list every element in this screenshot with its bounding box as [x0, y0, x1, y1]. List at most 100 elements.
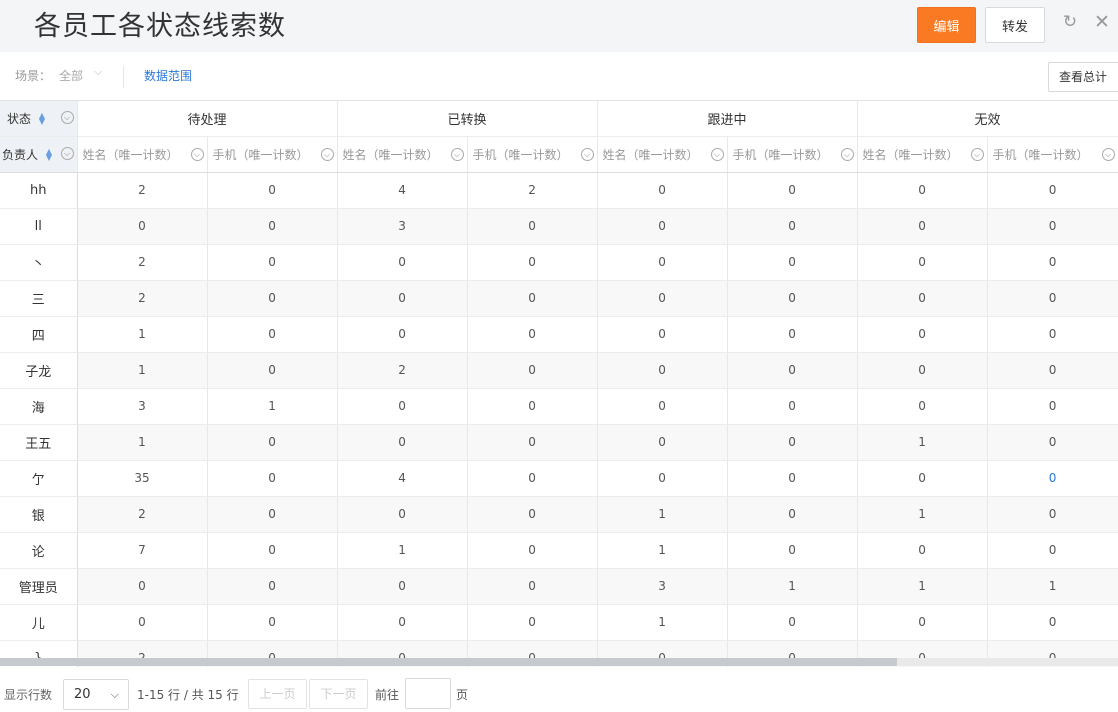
- value-cell: 1: [857, 568, 988, 605]
- table-row: 王五 1 0 0 0 0 0 1 0: [0, 424, 1118, 461]
- value-cell: 0: [987, 172, 1118, 209]
- value-cell: 0: [337, 496, 468, 533]
- value-cell: 0: [207, 568, 338, 605]
- chevron-down-icon: ⌵: [110, 688, 119, 701]
- value-cell: 0: [727, 244, 858, 281]
- value-cell: 2: [337, 352, 468, 389]
- value-cell: 0: [467, 460, 598, 497]
- table-row: 管理员 0 0 0 0 3 1 1 1: [0, 568, 1118, 605]
- page-info: 1-15 行 / 共 15 行: [137, 688, 239, 702]
- column-menu-icon[interactable]: ⌵: [450, 147, 464, 161]
- forward-button[interactable]: 转发: [985, 7, 1045, 43]
- value-cell: 0: [597, 460, 728, 497]
- value-cell: 0: [987, 424, 1118, 461]
- pagination: 显示行数 20 ⌵ 1-15 行 / 共 15 行 上一页 下一页 前往 页: [0, 667, 1118, 712]
- value-cell: 0: [727, 280, 858, 317]
- value-cell: 0: [467, 496, 598, 533]
- value-cell: 3: [597, 568, 728, 605]
- next-page-button[interactable]: 下一页: [309, 679, 368, 709]
- name-count-header[interactable]: 姓名（唯一计数） ⌵: [77, 136, 208, 173]
- name-count-header[interactable]: 姓名（唯一计数） ⌵: [597, 136, 728, 173]
- value-cell: 3: [337, 208, 468, 245]
- value-cell: 4: [337, 460, 468, 497]
- column-menu-icon[interactable]: ⌵: [1101, 147, 1115, 161]
- table-row: 四10000000: [0, 316, 1118, 353]
- value-cell: 1: [597, 496, 728, 533]
- group-header-following: 跟进中: [597, 101, 858, 137]
- phone-count-header[interactable]: 手机（唯一计数） ⌵: [207, 136, 338, 173]
- value-cell: 0: [467, 352, 598, 389]
- column-menu-icon[interactable]: ⌵: [320, 147, 334, 161]
- column-menu-icon[interactable]: ⌵: [190, 147, 204, 161]
- view-total-button[interactable]: 查看总计: [1048, 62, 1118, 92]
- value-cell: 0: [857, 388, 988, 425]
- phone-count-header[interactable]: 手机（唯一计数） ⌵: [727, 136, 858, 173]
- column-menu-icon[interactable]: ⌵: [580, 147, 594, 161]
- value-cell: 0: [337, 280, 468, 317]
- value-cell: 2: [77, 244, 208, 281]
- value-cell: 2: [77, 496, 208, 533]
- value-cell: 0: [467, 424, 598, 461]
- value-cell: 3: [77, 388, 208, 425]
- page-size-select[interactable]: 20 ⌵: [63, 679, 129, 710]
- value-cell: 0: [857, 352, 988, 389]
- column-menu-icon[interactable]: ⌵: [60, 111, 74, 124]
- value-cell: 0: [77, 604, 208, 641]
- refresh-icon[interactable]: ↻: [1060, 12, 1080, 32]
- value-cell: 0: [597, 280, 728, 317]
- phone-count-header[interactable]: 手机（唯一计数） ⌵: [987, 136, 1118, 173]
- value-cell: 0: [337, 568, 468, 605]
- value-cell: 0: [857, 316, 988, 353]
- value-cell: 1: [857, 496, 988, 533]
- value-cell: 0: [207, 532, 338, 569]
- value-cell: 0: [857, 208, 988, 245]
- owner-cell: 三: [0, 280, 78, 317]
- value-cell: 0: [597, 316, 728, 353]
- scene-select[interactable]: 全部: [59, 67, 83, 84]
- goto-page-input[interactable]: [405, 678, 451, 709]
- sort-icon[interactable]: ▲ ▼: [39, 112, 45, 126]
- owner-column-header[interactable]: 负责人 ▲ ▼ ⌵: [0, 136, 78, 173]
- owner-cell: 子龙: [0, 352, 78, 389]
- value-cell: 0: [987, 316, 1118, 353]
- value-cell: 1: [857, 424, 988, 461]
- value-cell: 0: [987, 496, 1118, 533]
- owner-cell: hh: [0, 172, 78, 209]
- value-cell: 0: [597, 388, 728, 425]
- name-count-header[interactable]: 姓名（唯一计数） ⌵: [857, 136, 988, 173]
- goto-label: 前往: [375, 688, 400, 702]
- value-cell: 4: [337, 172, 468, 209]
- horizontal-scrollbar[interactable]: [0, 658, 1118, 666]
- prev-page-button[interactable]: 上一页: [248, 679, 307, 709]
- value-cell: 0: [207, 604, 338, 641]
- value-cell: 0: [467, 280, 598, 317]
- sort-icon[interactable]: ▲ ▼: [46, 148, 52, 162]
- value-cell: 0: [857, 604, 988, 641]
- status-column-header[interactable]: 状态 ▲ ▼ ⌵: [0, 101, 78, 137]
- value-cell: 1: [77, 316, 208, 353]
- column-menu-icon[interactable]: ⌵: [710, 147, 724, 161]
- column-menu-icon[interactable]: ⌵: [840, 147, 854, 161]
- value-cell: 1: [597, 532, 728, 569]
- value-cell: 0: [727, 172, 858, 209]
- group-header-converted: 已转换: [337, 101, 598, 137]
- value-cell: 0: [207, 352, 338, 389]
- value-cell: 35: [77, 460, 208, 497]
- scene-label: 场景：: [15, 69, 52, 83]
- column-menu-icon[interactable]: ⌵: [970, 147, 984, 161]
- value-cell: 0: [987, 280, 1118, 317]
- chevron-down-icon[interactable]: ⌵: [94, 65, 102, 79]
- name-count-header[interactable]: 姓名（唯一计数） ⌵: [337, 136, 468, 173]
- value-cell: 0: [337, 604, 468, 641]
- value-cell[interactable]: 0: [987, 460, 1118, 497]
- value-cell: 0: [727, 532, 858, 569]
- value-cell: 0: [727, 316, 858, 353]
- data-range-link[interactable]: 数据范围: [144, 67, 192, 84]
- edit-button[interactable]: 编辑: [917, 7, 976, 43]
- value-cell: 0: [597, 172, 728, 209]
- close-icon[interactable]: ✕: [1092, 11, 1112, 33]
- column-menu-icon[interactable]: ⌵: [60, 146, 74, 160]
- phone-count-header[interactable]: 手机（唯一计数） ⌵: [467, 136, 598, 173]
- scrollbar-thumb[interactable]: [0, 658, 897, 666]
- value-cell: 1: [987, 568, 1118, 605]
